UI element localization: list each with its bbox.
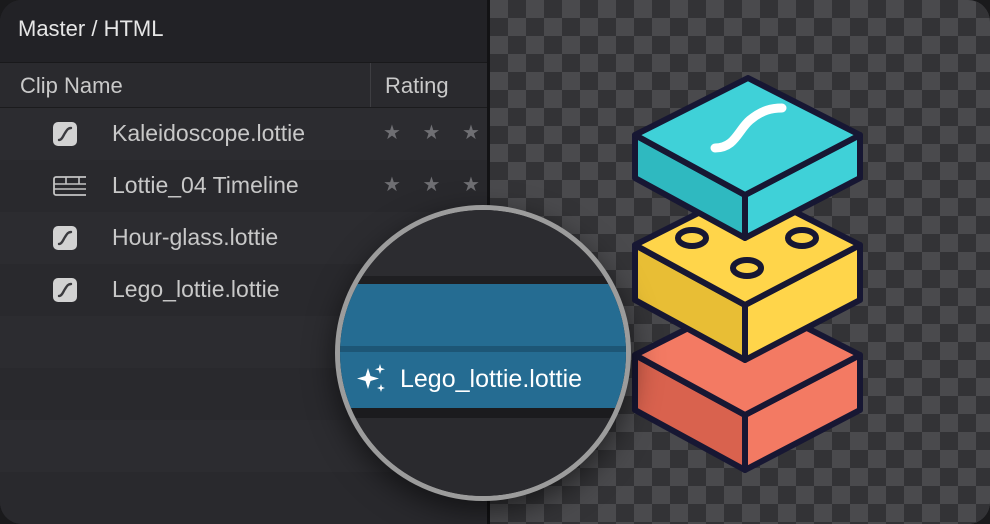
clip-name: Hour-glass.lottie xyxy=(112,224,279,250)
column-header-clip-name[interactable]: Clip Name xyxy=(20,73,123,99)
lottie-clip-icon xyxy=(53,122,77,146)
lottie-clip-icon xyxy=(53,226,77,250)
bin-breadcrumb[interactable]: Master / HTML xyxy=(18,16,163,42)
clip-row-timeline[interactable]: Lottie_04 Timeline ★ ★ ★ xyxy=(0,160,487,212)
column-header-row: Clip Name Rating xyxy=(0,63,487,108)
clip-name: Lottie_04 Timeline xyxy=(112,172,299,198)
lottie-clip-icon xyxy=(53,278,77,302)
timeline-icon xyxy=(53,176,86,196)
selection-highlight xyxy=(340,284,626,346)
clip-row-kaleidoscope[interactable]: Kaleidoscope.lottie ★ ★ ★ xyxy=(0,108,487,160)
rating-stars[interactable]: ★ ★ ★ xyxy=(383,120,488,145)
clip-name: Lego_lottie.lottie xyxy=(112,276,280,302)
sparkle-icon xyxy=(357,364,385,392)
app-window: Master / HTML Clip Name Rating Kaleidosc… xyxy=(0,0,990,524)
column-divider[interactable] xyxy=(370,63,371,107)
column-header-rating[interactable]: Rating xyxy=(385,73,449,99)
clip-name: Kaleidoscope.lottie xyxy=(112,120,306,146)
lego-bricks-animation xyxy=(632,75,863,473)
panel-header: Master / HTML xyxy=(0,0,487,63)
selected-clip-name: Lego_lottie.lottie xyxy=(400,365,583,393)
rating-stars[interactable]: ★ ★ ★ xyxy=(383,172,488,197)
zoom-magnifier: Lego_lottie.lottie xyxy=(335,205,631,501)
